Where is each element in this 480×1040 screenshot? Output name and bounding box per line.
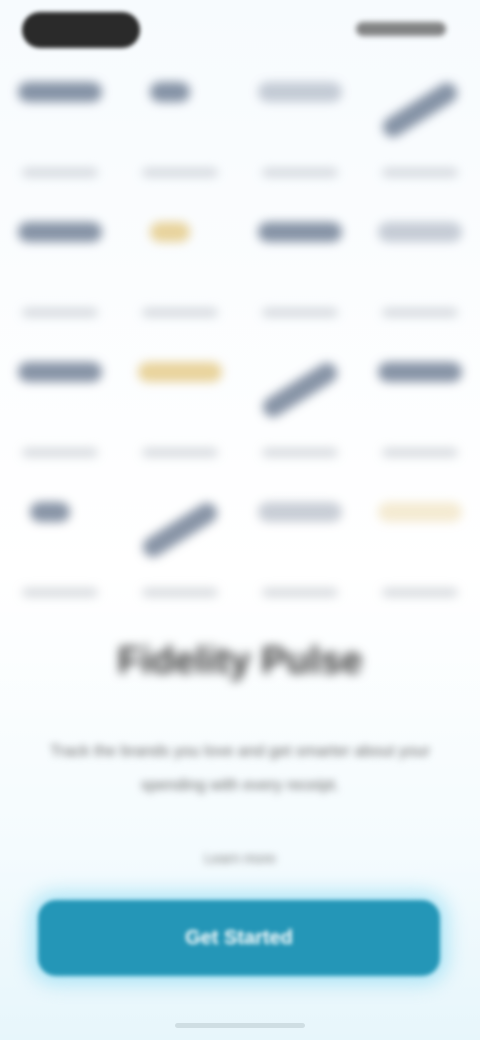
brand-tile bbox=[0, 340, 120, 480]
brand-logo bbox=[378, 502, 462, 522]
status-bar-pill bbox=[22, 12, 140, 48]
brand-logo bbox=[258, 222, 342, 242]
brand-caption bbox=[262, 308, 338, 317]
brand-logo bbox=[378, 222, 462, 242]
brand-tile bbox=[240, 480, 360, 620]
brand-logo bbox=[258, 502, 342, 522]
brand-tile bbox=[240, 340, 360, 480]
brand-logo bbox=[150, 82, 190, 102]
brand-logo bbox=[30, 502, 70, 522]
brand-caption bbox=[142, 448, 218, 457]
brand-logo bbox=[378, 362, 462, 382]
brand-logo bbox=[379, 79, 461, 141]
brand-caption bbox=[22, 588, 98, 597]
brand-caption bbox=[382, 168, 458, 177]
brand-logo bbox=[18, 222, 102, 242]
brand-caption bbox=[22, 308, 98, 317]
brand-tile bbox=[240, 60, 360, 200]
brand-logo bbox=[259, 359, 341, 421]
brand-tile bbox=[120, 200, 240, 340]
brand-caption bbox=[262, 168, 338, 177]
brand-logo bbox=[18, 82, 102, 102]
brand-caption bbox=[262, 448, 338, 457]
brand-tile bbox=[120, 60, 240, 200]
brand-tile bbox=[0, 200, 120, 340]
brand-caption bbox=[382, 308, 458, 317]
brand-caption bbox=[382, 588, 458, 597]
get-started-button[interactable]: Get Started bbox=[38, 900, 440, 976]
brand-logo bbox=[258, 82, 342, 102]
brand-tile bbox=[360, 340, 480, 480]
brand-logo bbox=[139, 499, 221, 561]
brand-tile bbox=[120, 480, 240, 620]
brand-caption bbox=[142, 168, 218, 177]
status-bar-icons bbox=[356, 22, 446, 36]
brand-tile bbox=[360, 200, 480, 340]
home-indicator bbox=[175, 1023, 305, 1028]
brand-logo bbox=[18, 362, 102, 382]
brand-logo bbox=[138, 362, 222, 382]
brand-caption bbox=[262, 588, 338, 597]
brand-tile bbox=[120, 340, 240, 480]
brand-tile bbox=[0, 480, 120, 620]
brand-tile bbox=[360, 480, 480, 620]
brand-tile bbox=[0, 60, 120, 200]
brand-caption bbox=[22, 168, 98, 177]
brand-logo bbox=[150, 222, 190, 242]
brand-logo-grid bbox=[0, 60, 480, 620]
onboarding-title: Fidelity Pulse bbox=[117, 640, 363, 682]
brand-tile bbox=[240, 200, 360, 340]
onboarding-description: Track the brands you love and get smarte… bbox=[49, 743, 431, 794]
brand-caption bbox=[382, 448, 458, 457]
learn-more-link[interactable]: Learn more bbox=[0, 850, 480, 866]
brand-tile bbox=[360, 60, 480, 200]
brand-caption bbox=[142, 588, 218, 597]
brand-caption bbox=[22, 448, 98, 457]
brand-caption bbox=[142, 308, 218, 317]
